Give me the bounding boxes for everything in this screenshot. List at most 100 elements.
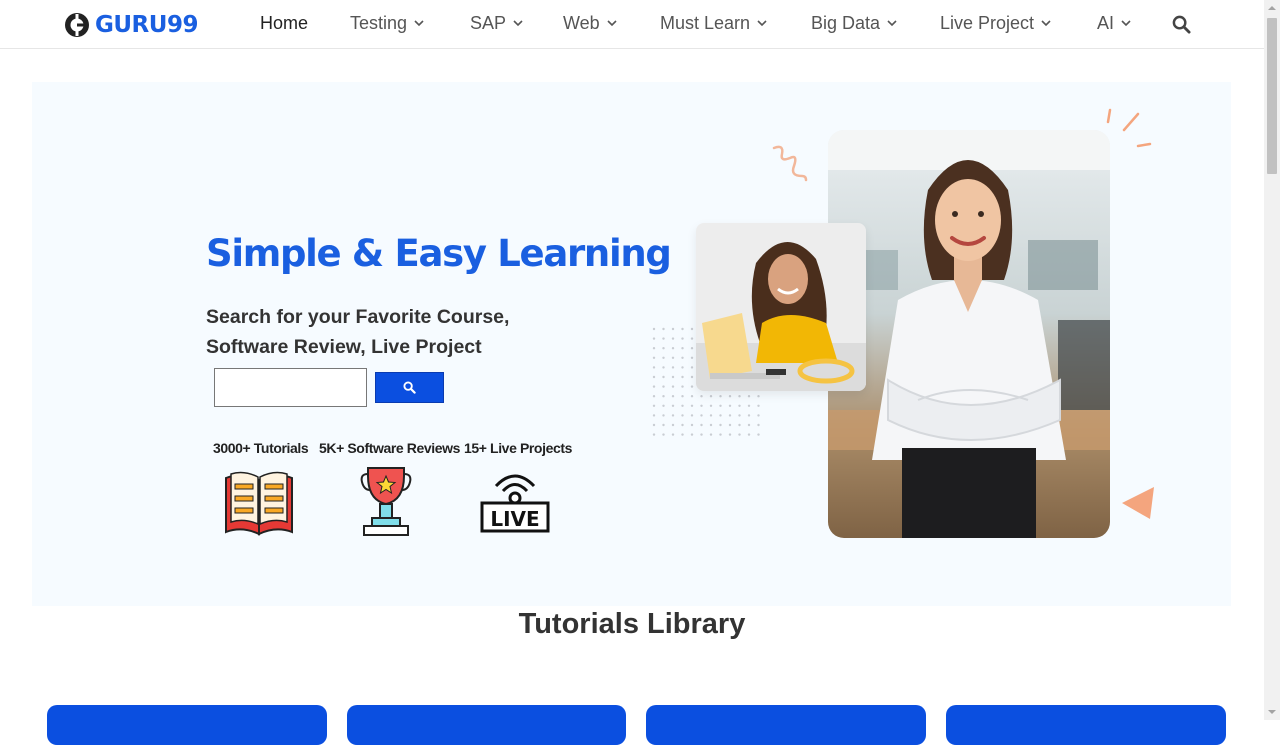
hero-title: Simple & Easy Learning (206, 232, 672, 275)
decoration-dot (738, 414, 741, 417)
decoration-dot (728, 414, 732, 417)
scroll-up-arrow-icon[interactable] (1264, 0, 1280, 16)
svg-text:LIVE: LIVE (490, 507, 539, 531)
decoration-dot (690, 337, 694, 340)
decoration-dot (690, 395, 694, 398)
decoration-dot (662, 385, 665, 388)
tutorial-card[interactable] (347, 705, 626, 745)
decoration-dot (681, 423, 684, 427)
chevron-down-icon (1041, 20, 1051, 27)
decoration-dot (690, 423, 694, 427)
decoration-dot (652, 385, 656, 388)
decoration-dot (671, 366, 675, 369)
decoration-dot (662, 423, 665, 427)
decoration-dot (690, 385, 694, 388)
tutorial-card[interactable] (47, 705, 327, 745)
decoration-dot (662, 327, 665, 331)
decoration-dot (671, 404, 675, 407)
book-icon (225, 471, 293, 536)
decoration-dot (728, 423, 732, 427)
decoration-dot (719, 423, 722, 427)
decoration-dot (652, 347, 656, 350)
search-icon[interactable] (1172, 15, 1191, 34)
hero-photo-student (696, 223, 866, 391)
decoration-dot (709, 423, 713, 427)
decoration-dot (671, 433, 675, 436)
chevron-down-icon (757, 20, 767, 27)
nav-item-sap[interactable]: SAP (470, 13, 523, 34)
nav-item-big-data[interactable]: Big Data (811, 13, 897, 34)
decoration-dot (700, 433, 703, 436)
decoration-dot (671, 395, 675, 398)
nav-item-label: Home (260, 13, 309, 33)
decoration-dot (681, 404, 684, 407)
decoration-dot (690, 375, 694, 379)
stat-projects-label: 15+ Live Projects (464, 440, 572, 456)
decoration-dot (652, 375, 656, 379)
decoration-dot (757, 404, 760, 407)
site-header: GURU99 Home Testing SAP Web Must Learn B… (0, 0, 1264, 49)
decoration-dot (671, 385, 675, 388)
decoration-dot (719, 414, 722, 417)
decoration-dot (690, 356, 694, 359)
scrollbar-thumb[interactable] (1267, 18, 1277, 174)
decoration-dot (681, 395, 684, 398)
scroll-down-arrow-icon[interactable] (1264, 704, 1280, 720)
decoration-dot (757, 395, 760, 398)
nav-item-web[interactable]: Web (563, 13, 617, 34)
decoration-dot (652, 423, 656, 427)
nav-item-label: Must Learn (660, 13, 751, 33)
decoration-dot (662, 404, 665, 407)
decoration-dot (700, 414, 703, 417)
squiggle-decoration (772, 145, 808, 182)
decoration-dot (671, 375, 675, 379)
decoration-dot (747, 395, 751, 398)
nav-item-testing[interactable]: Testing (350, 13, 424, 34)
search-button[interactable] (375, 372, 444, 403)
trophy-icon (360, 467, 412, 536)
decoration-dot (652, 395, 656, 398)
brand-name: GURU99 (95, 12, 198, 38)
decoration-dot (757, 423, 760, 427)
decoration-dot (681, 375, 684, 379)
tutorial-card[interactable] (646, 705, 926, 745)
student-laptop-image (696, 223, 866, 391)
decoration-dot (690, 347, 694, 350)
decoration-dot (671, 423, 675, 427)
search-input[interactable] (214, 368, 367, 407)
decoration-dot (690, 404, 694, 407)
search-icon (403, 381, 416, 394)
decoration-dot (690, 327, 694, 331)
nav-item-label: Testing (350, 13, 408, 33)
site-logo[interactable]: GURU99 (64, 10, 198, 40)
decoration-dot (747, 404, 751, 407)
tutorial-card[interactable] (946, 705, 1226, 745)
decoration-dot (728, 404, 732, 407)
nav-item-label: Web (563, 13, 600, 33)
decoration-dot (681, 327, 684, 331)
nav-item-home[interactable]: Home (260, 13, 308, 34)
decoration-dot (662, 433, 665, 436)
decoration-dot (662, 414, 665, 417)
page-scrollbar[interactable] (1264, 0, 1280, 720)
decoration-dot (662, 347, 665, 350)
decoration-dot (681, 433, 684, 436)
chevron-down-icon (1121, 20, 1131, 27)
nav-item-live-project[interactable]: Live Project (940, 13, 1051, 34)
decoration-dot (671, 327, 675, 331)
decoration-dot (681, 347, 684, 350)
decoration-dot (681, 385, 684, 388)
nav-item-label: Big Data (811, 13, 881, 33)
decoration-dot (652, 433, 656, 436)
decoration-dot (671, 414, 675, 417)
decoration-dot (728, 395, 732, 398)
decoration-dot (747, 414, 751, 417)
triangle-decoration (1122, 487, 1154, 519)
nav-item-ai[interactable]: AI (1097, 13, 1131, 34)
nav-item-label: SAP (470, 13, 507, 33)
decoration-dot (690, 414, 694, 417)
decoration-dot (747, 433, 751, 436)
nav-item-must-learn[interactable]: Must Learn (660, 13, 767, 34)
professional-woman-image (828, 130, 1110, 538)
decoration-dot (662, 375, 665, 379)
